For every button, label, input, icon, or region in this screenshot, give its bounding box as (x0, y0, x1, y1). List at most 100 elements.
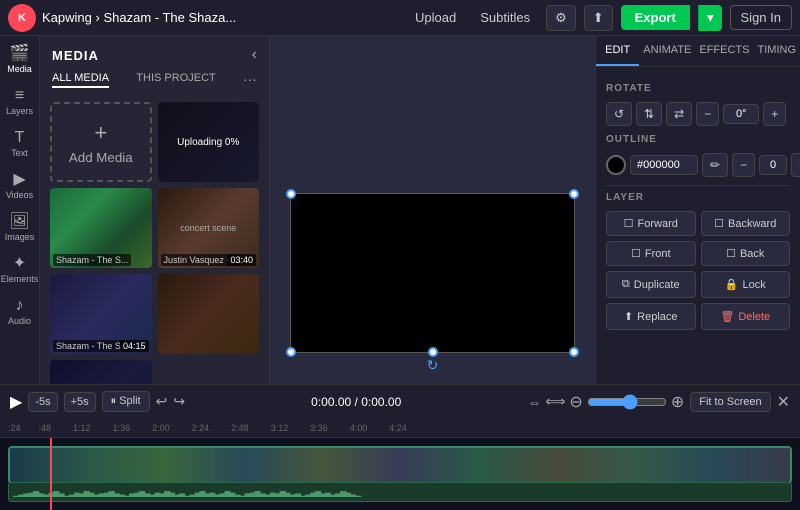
export-button[interactable]: Export (621, 5, 690, 30)
backward-button[interactable]: ☐ Backward (701, 211, 791, 236)
rotate-controls: ↺ ⇅ ⇄ − + (606, 102, 790, 126)
media-icon: 🎬 (10, 46, 30, 62)
handle-top-left[interactable] (286, 189, 296, 199)
list-item[interactable]: concert scene Justin Vasquez -... 03:40 (158, 188, 260, 268)
add-media-button[interactable]: + Add Media (50, 102, 152, 182)
media-tabs: ALL MEDIA THIS PROJECT ··· (40, 70, 269, 96)
tab-edit[interactable]: EDIT (596, 36, 639, 66)
canvas-container: ↻ (290, 193, 575, 353)
upload-text: Uploading 0% (177, 137, 239, 148)
split-button[interactable]: ⏸ Split (102, 391, 150, 412)
list-item[interactable]: Shazam - The S... 04:15 (50, 274, 152, 354)
sidebar-item-images[interactable]: 🖼 Images (1, 208, 39, 248)
close-button[interactable]: ✕ (777, 392, 790, 412)
export-dropdown-button[interactable]: ▾ (698, 5, 722, 31)
ruler-mark: 3:36 (310, 423, 328, 433)
rotate-value-input[interactable] (723, 104, 759, 124)
list-item[interactable] (158, 274, 260, 354)
tab-this-project[interactable]: THIS PROJECT (136, 70, 215, 88)
play-button[interactable]: ▶ (10, 392, 22, 412)
tab-animate[interactable]: ANIMATE (639, 36, 695, 66)
sidebar-item-text[interactable]: T Text (1, 124, 39, 164)
outline-plus-button[interactable]: + (791, 153, 800, 177)
handle-top-right[interactable] (569, 189, 579, 199)
flip-v-button[interactable]: ⇅ (636, 102, 662, 126)
front-button[interactable]: ☐ Front (606, 241, 696, 266)
outline-label: OUTLINE (606, 134, 790, 145)
text-icon: T (15, 130, 25, 146)
back-button[interactable]: ☐ Back (701, 241, 791, 266)
rotate-ccw-button[interactable]: ↺ (606, 102, 632, 126)
share-button[interactable]: ⬆ (584, 5, 613, 31)
back-icon: ☐ (726, 247, 736, 260)
delete-button[interactable]: 🗑 Delete (701, 303, 791, 330)
front-label: Front (645, 248, 671, 260)
ruler-mark: 2:48 (231, 423, 249, 433)
sidebar-item-audio[interactable]: ♪ Audio (1, 292, 39, 332)
front-icon: ☐ (631, 247, 641, 260)
outline-controls: ✏ − + (606, 153, 790, 177)
upload-button[interactable]: Upload (407, 6, 464, 29)
signin-button[interactable]: Sign In (730, 5, 792, 30)
undo-button[interactable]: ↩ (156, 393, 168, 410)
audio-track[interactable]: ▁▂▃▄▅▃▂▄▅▃▁▂▄▃▅▄▂▃▄▅▃▂▁▃▄▅▃▂▄▃▅▄▂▃▁▂▄▅▃▄… (8, 482, 792, 502)
duplicate-button[interactable]: ⧉ Duplicate (606, 271, 696, 298)
sidebar-item-media[interactable]: 🎬 Media (1, 40, 39, 80)
settings-button[interactable]: ⚙ (546, 5, 576, 31)
replace-label: Replace (637, 311, 677, 323)
divider (606, 185, 790, 186)
canvas-video[interactable] (290, 193, 575, 353)
rotate-handle[interactable]: ↻ (423, 355, 443, 375)
ruler-mark: 1:12 (73, 423, 91, 433)
lock-button[interactable]: 🔒 Lock (701, 271, 791, 298)
rotate-plus-button[interactable]: + (763, 102, 786, 126)
tab-timing[interactable]: TIMING (754, 36, 800, 66)
forward-button[interactable]: ☐ Forward (606, 211, 696, 236)
ruler-mark: 3:12 (271, 423, 289, 433)
outline-color-picker[interactable] (606, 155, 626, 175)
ruler-mark: 4:24 (389, 423, 407, 433)
outline-edit-button[interactable]: ✏ (702, 153, 728, 177)
list-item[interactable]: Uploading 0% (158, 102, 260, 182)
layer-label: LAYER (606, 192, 790, 203)
redo-button[interactable]: ↪ (173, 393, 185, 410)
thumb-duration: 03:40 (227, 254, 256, 266)
outline-value-input[interactable] (759, 155, 787, 175)
lock-label: Lock (742, 279, 765, 291)
playhead[interactable] (50, 438, 52, 510)
rotate-minus-button[interactable]: − (696, 102, 719, 126)
layers-icon: ≡ (15, 88, 24, 104)
handle-bottom-left[interactable] (286, 347, 296, 357)
sidebar-item-videos[interactable]: ▶ Videos (1, 166, 39, 206)
media-collapse-button[interactable]: ‹ (252, 46, 257, 64)
zoom-in-button[interactable]: ⊕ (671, 392, 684, 412)
subtitles-button[interactable]: Subtitles (472, 6, 538, 29)
sidebar-item-images-label: Images (5, 232, 35, 242)
zoom-out-button[interactable]: ⊖ (569, 392, 582, 412)
outline-color-input[interactable] (630, 155, 698, 175)
outline-minus-button[interactable]: − (732, 153, 755, 177)
sidebar-item-audio-label: Audio (8, 316, 31, 326)
sidebar-item-layers[interactable]: ≡ Layers (1, 82, 39, 122)
bottom-controls: ▶ -5s +5s ⏸ Split ↩ ↪ 0:00.00 / 0:00.00 … (0, 384, 800, 510)
flip-h-button[interactable]: ⇄ (666, 102, 692, 126)
ruler-mark: :24 (8, 423, 21, 433)
sidebar-item-elements[interactable]: ✦ Elements (1, 250, 39, 290)
forward-5s-button[interactable]: +5s (64, 392, 96, 412)
video-track[interactable] (8, 446, 792, 484)
zoom-slider[interactable] (587, 394, 667, 410)
nav-actions: Upload Subtitles ⚙ ⬆ Export ▾ Sign In (407, 5, 792, 31)
tab-all-media[interactable]: ALL MEDIA (52, 70, 109, 88)
forward-label: Forward (638, 218, 678, 230)
layer-order-controls: ☐ Forward ☐ Backward ☐ Front ☐ Back (606, 211, 790, 266)
ruler-mark: 2:24 (192, 423, 210, 433)
handle-bottom-right[interactable] (569, 347, 579, 357)
replace-button[interactable]: ⬆ Replace (606, 303, 696, 330)
media-more-icon[interactable]: ··· (243, 71, 257, 87)
list-item[interactable]: Shazam - The S... (50, 188, 152, 268)
sidebar-item-layers-label: Layers (6, 106, 33, 116)
fit-to-screen-button[interactable]: Fit to Screen (690, 392, 770, 412)
delete-icon: 🗑 (720, 310, 734, 323)
rewind-5s-button[interactable]: -5s (28, 392, 57, 412)
tab-effects[interactable]: EFFECTS (695, 36, 753, 66)
